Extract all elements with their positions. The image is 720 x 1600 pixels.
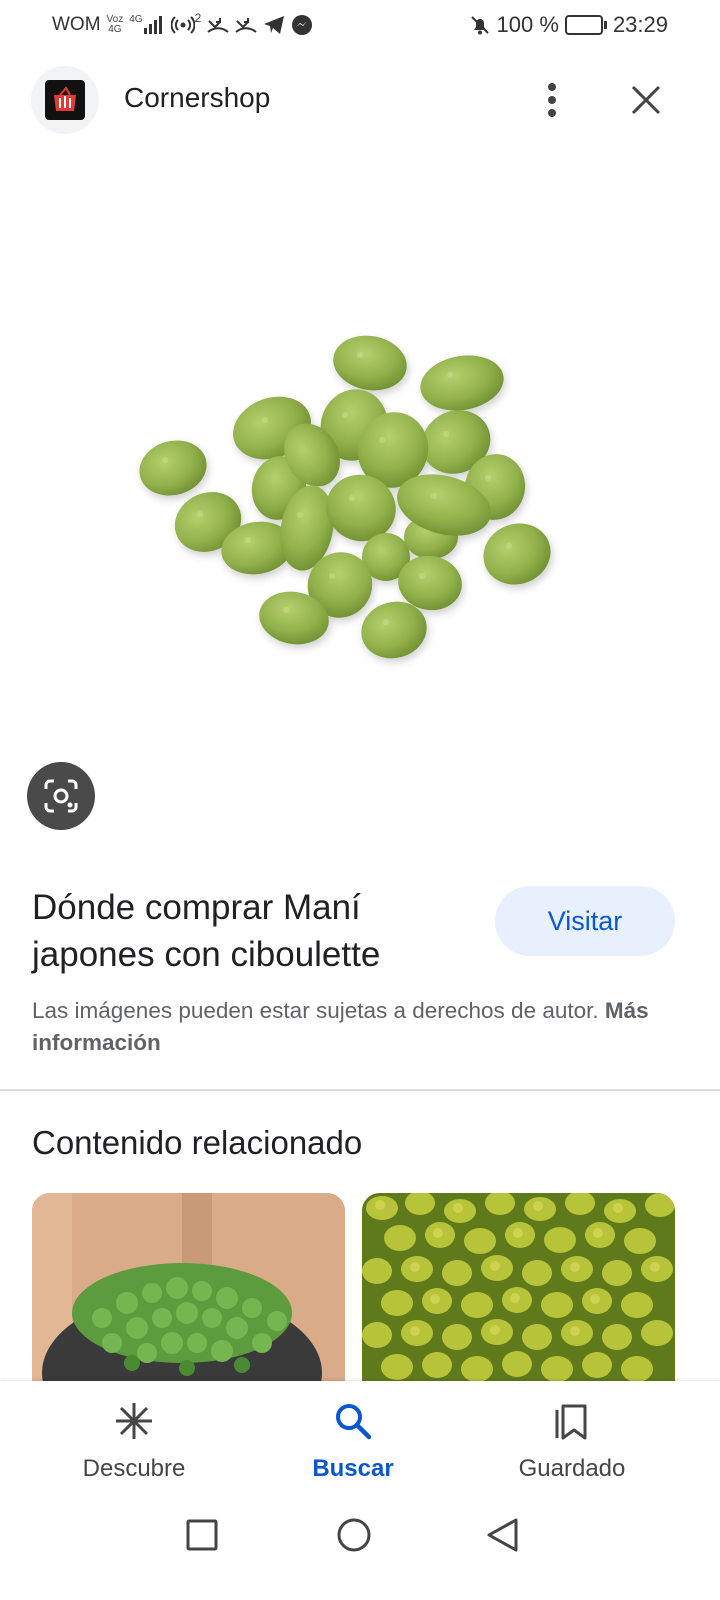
bookmarks-icon [550,1399,594,1443]
status-bar: WOM Voz 4G 4G 2 100 % 23:29 [0,0,720,50]
square-icon [186,1519,218,1551]
nav-descubre[interactable]: Descubre [54,1399,214,1491]
messenger-icon [291,14,313,36]
asterisk-icon [112,1399,156,1443]
product-title: Dónde comprar Maní japones con ciboulett… [32,888,381,974]
nav-buscar-label: Buscar [312,1455,394,1482]
related-title: Contenido relacionado [32,1124,363,1161]
bottom-nav: Descubre Buscar Guardado [0,1381,720,1501]
system-nav [0,1501,720,1600]
hotspot-icon: 2 [170,11,202,37]
more-options-button[interactable] [530,76,574,124]
status-right: 100 % 23:29 [469,12,668,38]
battery-percent: 100 % [496,12,559,37]
app-header: Cornershop [0,62,720,138]
related-grid [32,1193,676,1383]
nav-buscar[interactable]: Buscar [273,1399,433,1491]
back-button[interactable] [478,1511,526,1559]
cornershop-logo-icon [45,80,85,120]
volte-icon: Voz 4G [107,15,124,35]
search-icon [331,1399,375,1443]
divider [0,1089,720,1091]
copyright-notice: Las imágenes pueden estar sujetas a dere… [32,995,682,1059]
nav-guardado[interactable]: Guardado [492,1399,652,1491]
signal-icon: 4G [129,15,164,35]
clock: 23:29 [612,12,668,37]
copyright-text: Las imágenes pueden estar sujetas a dere… [32,998,599,1023]
circle-icon [337,1518,371,1552]
volte-bottom-label: 4G [108,24,122,35]
missed-call-icon [207,15,229,35]
mute-bell-icon [469,14,491,36]
product-image[interactable] [120,300,580,720]
nav-descubre-label: Descubre [82,1455,186,1482]
status-left: WOM Voz 4G 4G 2 [52,11,313,37]
lens-icon [44,779,78,813]
close-button[interactable] [618,76,674,124]
related-card-1[interactable] [32,1193,345,1383]
missed-call-icon-2 [235,15,257,35]
visit-button[interactable]: Visitar [495,886,675,956]
lens-button[interactable] [27,762,95,830]
battery-icon [564,15,607,35]
home-button[interactable] [330,1511,378,1559]
app-name: Cornershop [124,82,271,113]
screen: WOM Voz 4G 4G 2 100 % 23:29 Cornershop D… [0,0,720,1600]
app-logo[interactable] [31,66,99,134]
carrier-label: WOM [52,14,101,35]
telegram-icon [263,15,285,35]
nav-guardado-label: Guardado [518,1455,626,1482]
close-icon [631,85,661,115]
lte-label: 4G [129,14,143,25]
hotspot-count: 2 [194,11,202,25]
recents-button[interactable] [178,1511,226,1559]
more-vert-icon [548,83,556,117]
back-triangle-icon [487,1518,518,1552]
related-card-2[interactable] [362,1193,675,1383]
